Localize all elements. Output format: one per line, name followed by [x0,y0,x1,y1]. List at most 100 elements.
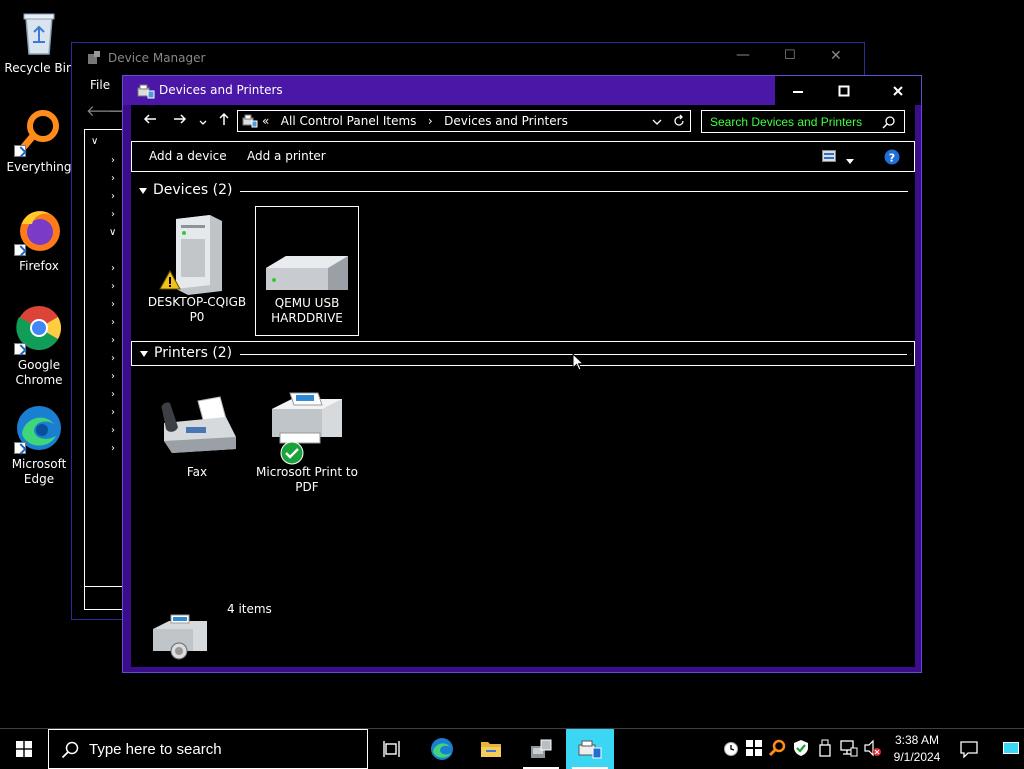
chevron-right-icon[interactable]: › [111,389,115,400]
collapse-triangle-icon[interactable] [139,188,147,194]
show-desktop-button[interactable] [1003,742,1019,754]
devices-printers-icon [242,114,258,128]
desktop-icon-recycle-bin[interactable]: Recycle Bin [2,8,76,76]
devices-printers-titlebar[interactable]: Devices and Printers [123,76,921,105]
chevron-right-icon[interactable]: › [111,407,115,418]
chrome-icon [14,305,64,355]
group-divider [231,191,908,192]
printer-fax[interactable]: Fax [145,379,249,480]
everything-tray-icon[interactable] [768,739,786,757]
start-button[interactable] [0,729,48,769]
window-title: Devices and Printers [159,83,283,97]
device-tree-pane[interactable]: ∨ › › › › ∨ › › › › › › › › › › › [84,129,125,587]
computer-tower-icon [152,209,242,295]
back-button[interactable] [143,112,157,129]
chevron-right-icon[interactable]: › [111,353,115,364]
desktop-icon-label: Firefox [19,259,59,273]
chevron-right-icon[interactable]: › [111,443,115,454]
maximize-button[interactable]: ☐ [784,48,796,63]
shortcut-arrow-icon [14,343,26,355]
grid-tray-icon[interactable] [745,739,763,757]
device-qemu-usb-harddrive[interactable]: QEMU USB HARDDRIVE [255,206,359,336]
breadcrumb-separator[interactable]: › [428,114,433,128]
minimize-button[interactable] [775,76,821,105]
printers-group-header[interactable]: Printers (2) [131,341,915,366]
breadcrumb-devices-and-printers[interactable]: Devices and Printers [444,114,568,128]
taskbar-clock[interactable]: 3:38 AM 9/1/2024 [886,732,948,766]
devices-printers-icon [137,84,155,99]
devices-and-printers-window[interactable]: Devices and Printers « All Control Panel… [122,75,922,673]
everything-search-icon [14,107,64,157]
windows-logo-icon [16,741,32,757]
device-label: QEMU USB HARDDRIVE [271,296,343,325]
search-icon[interactable] [882,115,896,129]
default-printer-check-icon [280,441,304,465]
chevron-right-icon[interactable]: › [111,191,115,202]
device-desktop-computer[interactable]: DESKTOP-CQIGB P0 [145,209,249,325]
chevron-down-icon[interactable]: ∨ [109,227,116,238]
desktop-icon-label: Google Chrome [15,358,63,387]
firefox-icon [14,206,64,256]
chevron-down-icon[interactable] [652,118,662,126]
chevron-right-icon[interactable]: › [111,335,115,346]
usb-eject-icon[interactable] [816,739,834,757]
taskbar-edge[interactable] [418,729,466,769]
chevron-right-icon[interactable]: › [111,209,115,220]
recent-locations-button[interactable] [199,115,207,130]
desktop-icon-microsoft-edge[interactable]: Microsoft Edge [2,404,76,487]
taskbar-search-box[interactable]: Type here to search [48,729,368,769]
taskbar-file-explorer[interactable] [467,729,515,769]
add-device-button[interactable]: Add a device [149,149,227,163]
printer-microsoft-print-to-pdf[interactable]: Microsoft Print to PDF [255,379,359,495]
notifications-icon[interactable] [960,740,978,758]
desktop-icon-google-chrome[interactable]: Google Chrome [2,305,76,388]
breadcrumb: « All Control Panel Items › Devices and … [262,114,568,128]
security-shield-icon[interactable] [792,739,810,757]
desktop-icon-everything[interactable]: Everything [2,107,76,175]
clock-tray-icon[interactable] [722,739,740,757]
breadcrumb-overflow[interactable]: « [262,114,269,128]
help-button[interactable]: ? [884,149,900,168]
menu-file[interactable]: File [81,75,121,97]
network-icon[interactable] [840,739,858,757]
chevron-right-icon[interactable]: › [111,173,115,184]
view-options-button[interactable] [846,154,854,168]
maximize-button[interactable] [821,76,867,105]
chevron-right-icon[interactable]: › [111,155,115,166]
chevron-right-icon[interactable]: › [111,263,115,274]
change-view-button[interactable] [822,150,836,165]
taskbar-device-manager[interactable] [517,729,565,769]
taskbar-devices-and-printers[interactable] [566,729,614,769]
shortcut-arrow-icon [14,442,26,454]
minimize-button[interactable]: — [736,47,750,63]
search-box[interactable] [701,110,905,133]
chevron-right-icon[interactable]: › [111,371,115,382]
desktop-icon-firefox[interactable]: Firefox [2,206,76,274]
close-button[interactable]: ✕ [830,48,842,64]
task-view-button[interactable] [368,729,416,769]
search-input[interactable] [702,111,878,132]
add-printer-button[interactable]: Add a printer [247,149,326,163]
forward-button[interactable] [173,112,187,129]
chevron-down-icon[interactable]: ∨ [91,136,98,147]
address-bar[interactable]: « All Control Panel Items › Devices and … [237,110,691,132]
breadcrumb-all-control-panel-items[interactable]: All Control Panel Items [281,114,417,128]
collapse-triangle-icon[interactable] [140,351,148,357]
refresh-icon[interactable] [672,114,686,128]
chevron-right-icon[interactable]: › [111,299,115,310]
volume-muted-icon[interactable] [863,739,881,757]
chevron-right-icon[interactable]: › [111,425,115,436]
up-button[interactable] [217,112,231,129]
devices-group-header[interactable]: Devices (2) [131,179,915,204]
device-manager-icon [88,51,100,64]
forward-arrow-icon [174,114,187,124]
edge-icon [14,404,64,454]
window-client-area: « All Control Panel Items › Devices and … [131,105,915,667]
chevron-right-icon[interactable]: › [111,281,115,292]
chevron-right-icon[interactable]: › [111,317,115,328]
desktop-icon-label: Recycle Bin [4,61,74,75]
close-button[interactable] [875,76,921,105]
printer-label: Microsoft Print to PDF [256,465,358,494]
shortcut-arrow-icon [14,145,26,157]
device-manager-titlebar[interactable]: Device Manager — ☐ ✕ [72,43,864,73]
